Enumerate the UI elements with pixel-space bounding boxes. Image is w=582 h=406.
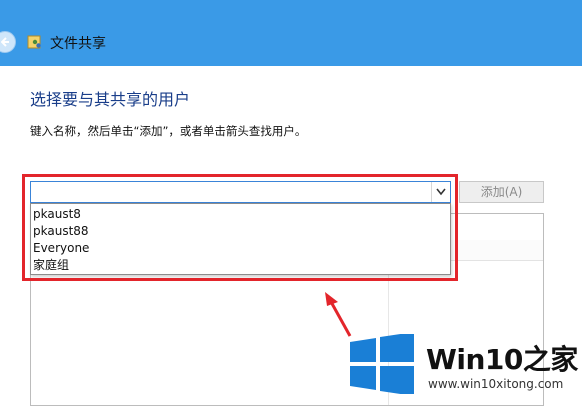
chevron-down-icon: [436, 188, 446, 196]
add-button[interactable]: 添加(A): [459, 181, 544, 203]
watermark-url: www.win10xitong.com: [428, 377, 564, 391]
watermark-brand: Win10之家: [426, 343, 578, 376]
file-sharing-icon: [27, 35, 41, 49]
combo-dropdown-button[interactable]: [431, 182, 450, 202]
dropdown-option[interactable]: pkaust8: [33, 206, 81, 223]
back-button[interactable]: [0, 31, 16, 53]
annotation-arrow-icon: [325, 292, 352, 337]
instruction-text: 键入名称，然后单击“添加”，或者单击箭头查找用户。: [30, 124, 307, 138]
dropdown-option[interactable]: pkaust88: [33, 223, 89, 240]
dropdown-option[interactable]: Everyone: [33, 240, 89, 257]
window-title: 文件共享: [50, 36, 106, 52]
user-name-combobox[interactable]: [30, 181, 451, 203]
windows-logo-icon: [350, 334, 414, 394]
window-titlebar: 文件共享: [0, 0, 582, 66]
back-arrow-icon: [1, 37, 9, 47]
page-title: 选择要与其共享的用户: [30, 90, 191, 109]
user-dropdown-list[interactable]: pkaust8 pkaust88 Everyone 家庭组: [30, 203, 451, 275]
dropdown-option[interactable]: 家庭组: [33, 257, 69, 274]
